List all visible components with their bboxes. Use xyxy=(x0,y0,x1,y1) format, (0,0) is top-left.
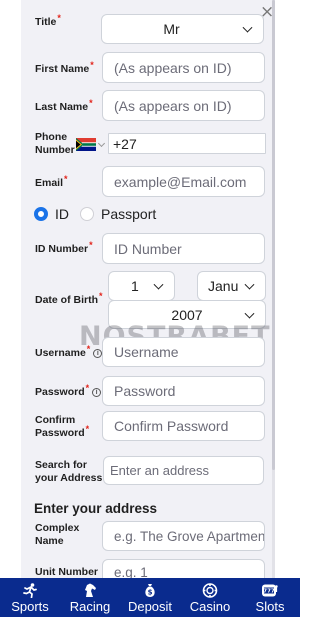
nav-deposit[interactable]: $ Deposit xyxy=(120,578,180,617)
email-input[interactable]: example@Email.com xyxy=(102,166,265,197)
title-select-value: Mr xyxy=(163,21,180,37)
south-africa-flag-icon[interactable] xyxy=(76,138,96,151)
info-icon[interactable]: i xyxy=(92,387,102,397)
running-person-icon xyxy=(22,582,38,598)
id-radio-label[interactable]: ID xyxy=(55,206,69,222)
id-number-label: ID Number* xyxy=(35,239,93,255)
slot-777-icon: 777 xyxy=(261,582,279,598)
phone-number-input[interactable]: +27 xyxy=(108,133,266,154)
nav-sports[interactable]: Sports xyxy=(0,578,60,617)
first-name-input[interactable]: (As appears on ID) xyxy=(102,52,265,83)
chevron-down-icon xyxy=(244,308,255,319)
username-input[interactable]: Username xyxy=(102,337,265,367)
last-name-label: Last Name* xyxy=(35,97,93,113)
title-select[interactable]: Mr xyxy=(101,14,264,44)
id-number-input[interactable]: ID Number xyxy=(102,233,265,264)
complex-name-input[interactable]: e.g. The Grove Apartments xyxy=(102,521,265,551)
svg-text:777: 777 xyxy=(263,588,275,594)
casino-chip-icon xyxy=(202,582,218,598)
money-bag-icon: $ xyxy=(142,582,158,598)
passport-radio-label[interactable]: Passport xyxy=(101,206,156,222)
chevron-down-icon xyxy=(242,22,253,33)
last-name-input[interactable]: (As appears on ID) xyxy=(102,90,265,121)
id-radio[interactable] xyxy=(34,207,48,221)
nav-racing-label: Racing xyxy=(69,599,111,614)
bottom-navigation: Sports Racing $ Deposit Casino 777 Slots xyxy=(0,578,300,617)
confirm-password-input[interactable]: Confirm Password xyxy=(102,411,265,441)
password-label: Password* i xyxy=(35,383,102,399)
confirm-password-label: Confirm Password* xyxy=(35,414,90,439)
date-of-birth-label: Date of Birth* xyxy=(35,290,103,306)
info-icon[interactable]: i xyxy=(93,348,103,358)
nav-sports-label: Sports xyxy=(11,599,49,614)
nav-casino[interactable]: Casino xyxy=(180,578,240,617)
horse-icon xyxy=(82,582,98,598)
title-label: Title* xyxy=(35,12,61,28)
nav-slots[interactable]: 777 Slots xyxy=(240,578,300,617)
scrollbar-thumb[interactable] xyxy=(272,0,275,470)
search-address-label: Search for your Address xyxy=(35,459,103,484)
nav-slots-label: Slots xyxy=(255,599,285,614)
chevron-down-icon xyxy=(153,279,164,290)
first-name-label: First Name* xyxy=(35,59,94,75)
passport-radio[interactable] xyxy=(80,207,94,221)
email-label: Email* xyxy=(35,173,68,189)
complex-name-label: Complex Name xyxy=(35,522,80,547)
nav-casino-label: Casino xyxy=(189,599,231,614)
chevron-down-icon xyxy=(244,279,255,290)
address-search-input[interactable]: Enter an address xyxy=(103,456,264,485)
svg-text:$: $ xyxy=(148,588,153,596)
username-label: Username* i xyxy=(35,344,103,360)
phone-number-label: PhoneNumber* xyxy=(35,131,79,156)
dob-month-select[interactable]: Janu xyxy=(197,271,266,301)
nav-racing[interactable]: Racing xyxy=(60,578,120,617)
address-section-heading: Enter your address xyxy=(34,501,158,516)
nav-deposit-label: Deposit xyxy=(127,599,173,614)
password-input[interactable]: Password xyxy=(102,376,265,406)
dob-day-select[interactable]: 1 xyxy=(108,271,175,301)
scrollbar-track[interactable] xyxy=(272,0,275,578)
